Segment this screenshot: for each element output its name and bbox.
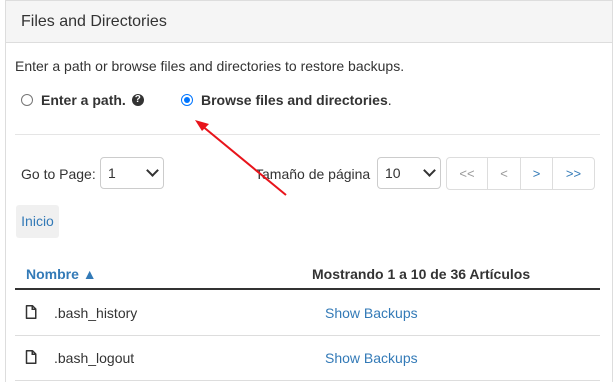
annotation-arrow [195,120,287,196]
